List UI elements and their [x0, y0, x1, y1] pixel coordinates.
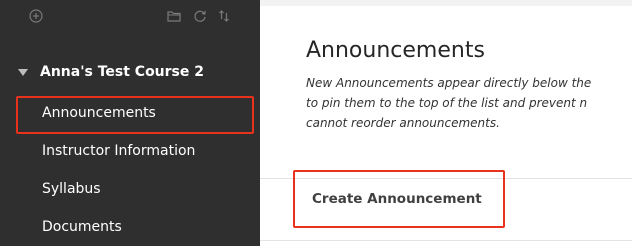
description-line: New Announcements appear directly below …	[306, 76, 592, 90]
folder-icon[interactable]	[166, 8, 182, 24]
add-icon[interactable]	[28, 8, 44, 24]
course-menu: Announcements Instructor Information Syl…	[0, 94, 260, 246]
course-title: Anna's Test Course 2	[40, 64, 205, 80]
content-divider	[260, 240, 632, 241]
main-content: Announcements New Announcements appear d…	[260, 0, 632, 246]
caret-down-icon[interactable]	[18, 68, 28, 76]
course-sidebar: Anna's Test Course 2 Announcements Instr…	[0, 0, 260, 246]
app-window: Anna's Test Course 2 Announcements Instr…	[0, 0, 632, 246]
sidebar-item-announcements[interactable]: Announcements	[0, 94, 260, 134]
page-title: Announcements	[306, 38, 485, 63]
course-header[interactable]: Anna's Test Course 2	[18, 62, 204, 82]
sidebar-item-documents[interactable]: Documents	[0, 208, 260, 246]
sidebar-toolbar	[0, 0, 260, 34]
top-divider	[260, 0, 632, 6]
description-line: cannot reorder announcements.	[306, 116, 500, 130]
refresh-icon[interactable]	[192, 8, 208, 24]
sidebar-item-instructor-information[interactable]: Instructor Information	[0, 132, 260, 170]
create-announcement-button[interactable]: Create Announcement	[293, 170, 505, 228]
sidebar-item-syllabus[interactable]: Syllabus	[0, 170, 260, 208]
sort-icon[interactable]	[216, 8, 232, 24]
page-description: New Announcements appear directly below …	[306, 73, 632, 133]
description-line: to pin them to the top of the list and p…	[306, 96, 588, 110]
